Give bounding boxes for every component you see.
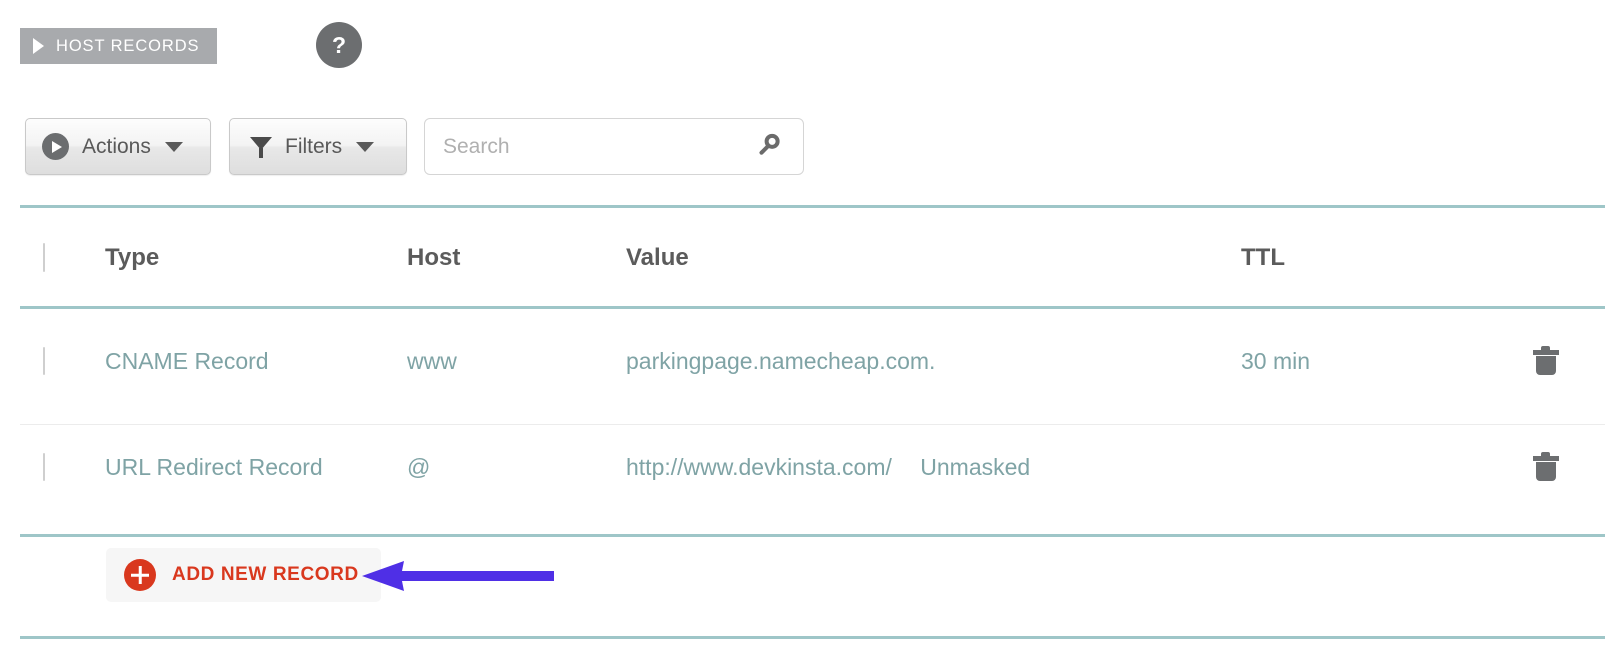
column-header-type: Type bbox=[105, 244, 407, 272]
delete-record-button[interactable] bbox=[1486, 346, 1605, 376]
table-header-divider bbox=[20, 306, 1605, 309]
chevron-down-icon bbox=[356, 142, 374, 152]
table-row[interactable]: URL Redirect Record @ http://www.devkins… bbox=[0, 439, 1605, 495]
table-header-row: Type Host Value TTL bbox=[0, 230, 1605, 286]
cell-type[interactable]: URL Redirect Record bbox=[105, 454, 407, 481]
column-header-value: Value bbox=[626, 244, 1241, 272]
add-new-record-label: ADD NEW RECORD bbox=[172, 564, 359, 586]
cell-type[interactable]: CNAME Record bbox=[105, 348, 407, 375]
row-checkbox[interactable] bbox=[43, 347, 45, 375]
row-select-cell bbox=[0, 454, 105, 481]
play-circle-icon bbox=[42, 133, 69, 160]
row-select-cell bbox=[0, 348, 105, 375]
page-bottom-divider bbox=[20, 636, 1605, 639]
select-all-cell bbox=[0, 244, 105, 272]
search-box[interactable] bbox=[424, 118, 804, 175]
chevron-down-icon bbox=[165, 142, 183, 152]
chevron-right-icon bbox=[33, 38, 44, 54]
cell-host[interactable]: @ bbox=[407, 454, 626, 481]
cell-value-mode: Unmasked bbox=[920, 454, 1030, 480]
delete-record-button[interactable] bbox=[1486, 452, 1605, 482]
plus-circle-icon bbox=[124, 559, 156, 591]
actions-button[interactable]: Actions bbox=[25, 118, 211, 175]
trash-icon bbox=[1533, 346, 1559, 376]
tab-host-records-label: HOST RECORDS bbox=[56, 37, 199, 56]
search-icon[interactable] bbox=[752, 128, 789, 165]
cell-value-text: http://www.devkinsta.com/ bbox=[626, 454, 892, 480]
funnel-icon bbox=[250, 135, 272, 159]
cell-value[interactable]: http://www.devkinsta.com/ Unmasked bbox=[626, 454, 1241, 481]
column-header-ttl: TTL bbox=[1241, 244, 1486, 272]
table-row-divider bbox=[20, 424, 1605, 425]
filters-button[interactable]: Filters bbox=[229, 118, 407, 175]
cell-host[interactable]: www bbox=[407, 348, 626, 375]
table-row[interactable]: CNAME Record www parkingpage.namecheap.c… bbox=[0, 333, 1605, 389]
table-footer-divider bbox=[20, 534, 1605, 537]
row-checkbox[interactable] bbox=[43, 453, 45, 481]
add-new-record-button[interactable]: ADD NEW RECORD bbox=[106, 548, 381, 602]
select-all-checkbox[interactable] bbox=[43, 243, 45, 272]
actions-button-label: Actions bbox=[82, 135, 151, 159]
table-top-divider bbox=[20, 205, 1605, 208]
search-input[interactable] bbox=[441, 134, 735, 160]
help-icon[interactable]: ? bbox=[316, 22, 362, 68]
column-header-host: Host bbox=[407, 244, 626, 272]
cell-ttl[interactable]: 30 min bbox=[1241, 348, 1486, 375]
annotation-arrow-icon bbox=[362, 558, 554, 594]
filters-button-label: Filters bbox=[285, 135, 342, 159]
help-icon-label: ? bbox=[332, 34, 346, 57]
trash-icon bbox=[1533, 452, 1559, 482]
tab-host-records[interactable]: HOST RECORDS bbox=[20, 28, 217, 64]
cell-value-text: parkingpage.namecheap.com. bbox=[626, 348, 935, 374]
cell-value[interactable]: parkingpage.namecheap.com. bbox=[626, 348, 1241, 375]
